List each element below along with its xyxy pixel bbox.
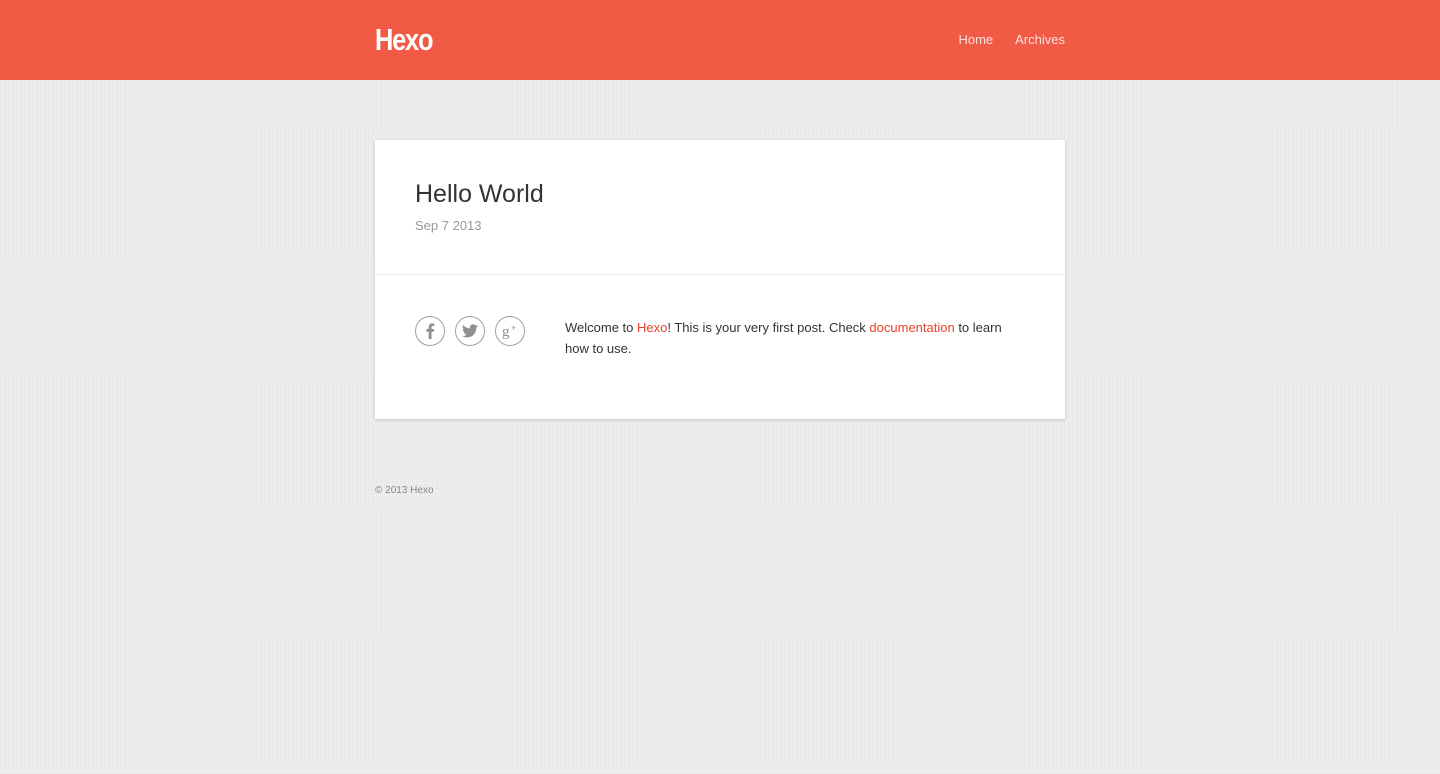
post-header: Hello World Sep 7 2013 — [375, 140, 1065, 275]
documentation-link[interactable]: documentation — [869, 320, 954, 335]
post-content: Welcome to Hexo! This is your very first… — [565, 317, 1025, 359]
copyright-text: © 2013 Hexo — [375, 485, 434, 496]
site-footer: © 2013 Hexo — [375, 419, 1065, 498]
twitter-icon[interactable] — [455, 316, 485, 346]
post-body: g + Welcome to Hexo! This is your very f… — [375, 275, 1065, 419]
content-text: Welcome to — [565, 320, 638, 335]
share-buttons: g + — [415, 316, 535, 346]
post-date[interactable]: Sep 7 2013 — [415, 217, 482, 235]
site-header: Hexo Home Archives — [0, 0, 1440, 80]
nav-home-link[interactable]: Home — [958, 31, 993, 49]
svg-text:+: + — [511, 323, 516, 333]
site-logo[interactable]: Hexo — [375, 22, 433, 58]
main-nav: Home Archives — [936, 31, 1065, 49]
hexo-link[interactable]: Hexo — [637, 320, 667, 335]
google-plus-icon[interactable]: g + — [495, 316, 525, 346]
svg-text:g: g — [502, 324, 510, 339]
nav-archives-link[interactable]: Archives — [1015, 31, 1065, 49]
header-inner: Hexo Home Archives — [375, 0, 1065, 80]
post-card: Hello World Sep 7 2013 g + Welcome to He… — [375, 140, 1065, 419]
post-title[interactable]: Hello World — [415, 178, 544, 210]
facebook-icon[interactable] — [415, 316, 445, 346]
main-container: Hello World Sep 7 2013 g + Welcome to He… — [375, 80, 1065, 419]
content-text: ! This is your very first post. Check — [667, 320, 870, 335]
